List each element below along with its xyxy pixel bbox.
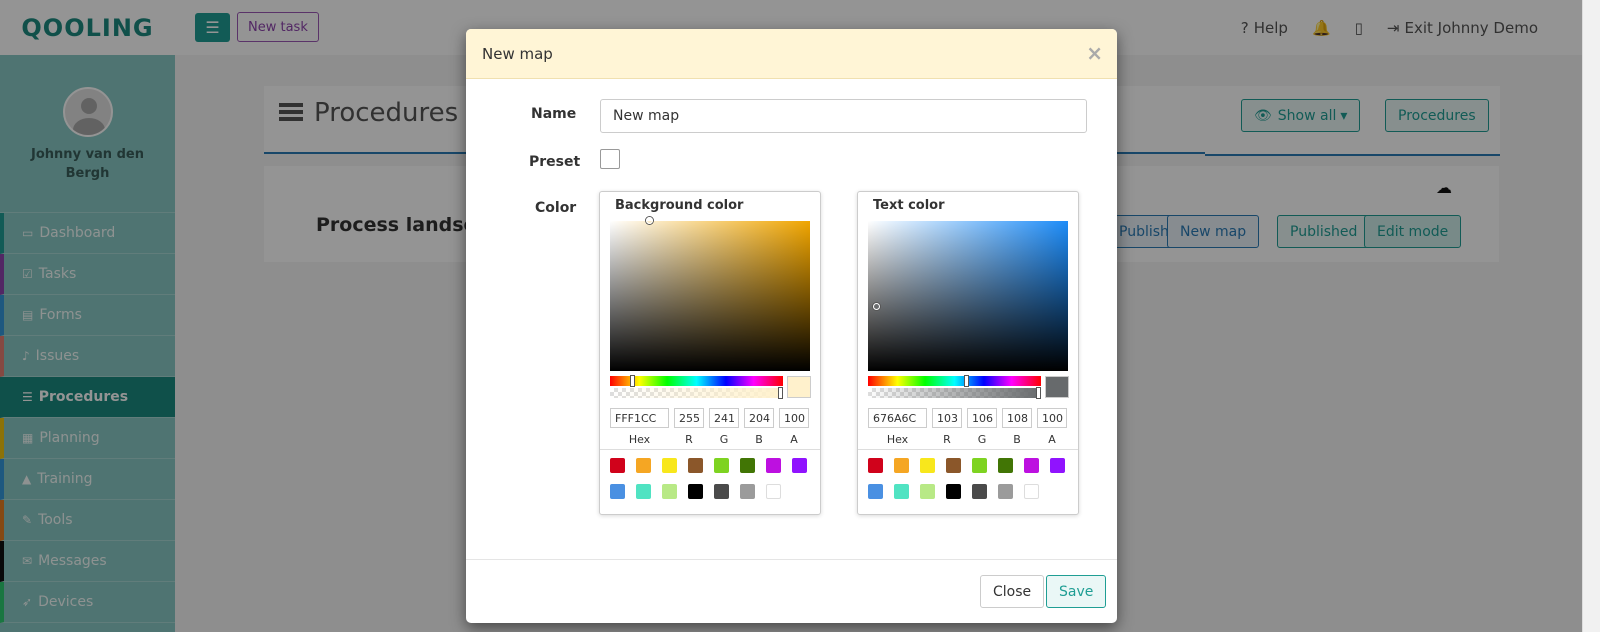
preset-color-swatch[interactable] <box>946 458 961 473</box>
r-input[interactable]: 255 <box>674 408 704 428</box>
preset-color-swatch[interactable] <box>998 484 1013 499</box>
g-input[interactable]: 241 <box>709 408 739 428</box>
sv-handle[interactable] <box>873 303 880 310</box>
a-input[interactable]: 100 <box>779 408 809 428</box>
hue-slider[interactable] <box>610 375 783 387</box>
preset-color-swatch[interactable] <box>972 484 987 499</box>
b-label: B <box>1013 433 1021 446</box>
preset-color-swatch[interactable] <box>1024 458 1039 473</box>
picker-title: Background color <box>615 198 744 213</box>
preset-color-swatch[interactable] <box>740 484 755 499</box>
preset-color-swatch[interactable] <box>894 458 909 473</box>
hex-input[interactable]: FFF1CC <box>610 408 669 428</box>
preset-color-swatch[interactable] <box>636 484 651 499</box>
g-label: G <box>977 433 987 446</box>
preset-checkbox[interactable] <box>600 149 620 169</box>
hue-handle[interactable] <box>630 375 635 387</box>
hex-label: Hex <box>628 433 651 446</box>
hue-handle[interactable] <box>964 375 969 387</box>
b-input[interactable]: 204 <box>744 408 774 428</box>
modal-header: New map × <box>466 29 1117 79</box>
preset-color-swatch[interactable] <box>636 458 651 473</box>
preset-color-swatch[interactable] <box>714 484 729 499</box>
picker-title: Text color <box>873 198 945 213</box>
divider <box>600 449 820 450</box>
a-label: A <box>1048 433 1056 446</box>
background-color-picker: Background color FFF1CC 255 241 204 100 … <box>599 191 821 515</box>
close-icon[interactable]: × <box>1086 41 1103 65</box>
color-preview-swatch <box>1045 376 1069 398</box>
alpha-handle[interactable] <box>778 387 783 399</box>
alpha-slider[interactable] <box>610 387 783 399</box>
alpha-slider[interactable] <box>868 387 1041 399</box>
preset-color-swatch[interactable] <box>972 458 987 473</box>
b-label: B <box>755 433 763 446</box>
modal-title: New map <box>482 45 553 63</box>
saturation-value-area[interactable] <box>868 221 1068 371</box>
preset-color-swatch[interactable] <box>868 484 883 499</box>
preset-color-swatch[interactable] <box>868 458 883 473</box>
color-preview-swatch <box>787 376 811 398</box>
preset-color-swatch[interactable] <box>1050 458 1065 473</box>
preset-color-swatch[interactable] <box>688 458 703 473</box>
name-label: Name <box>531 106 577 122</box>
color-label: Color <box>535 200 577 216</box>
preset-color-swatch[interactable] <box>1024 484 1039 499</box>
a-input[interactable]: 100 <box>1037 408 1067 428</box>
name-input[interactable] <box>600 99 1087 133</box>
preset-color-swatch[interactable] <box>740 458 755 473</box>
preset-label: Preset <box>529 154 581 170</box>
hue-slider[interactable] <box>868 375 1041 387</box>
preset-color-swatch[interactable] <box>662 484 677 499</box>
save-button[interactable]: Save <box>1046 575 1107 608</box>
b-input[interactable]: 108 <box>1002 408 1032 428</box>
r-label: R <box>943 433 951 446</box>
a-label: A <box>790 433 798 446</box>
sv-handle[interactable] <box>646 217 653 224</box>
new-map-dialog: New map × Name Preset Color Background c… <box>466 29 1117 623</box>
preset-color-swatch[interactable] <box>610 484 625 499</box>
preset-color-swatch[interactable] <box>610 458 625 473</box>
divider <box>858 449 1078 450</box>
hex-label: Hex <box>886 433 909 446</box>
preset-color-swatch[interactable] <box>688 484 703 499</box>
page-scrollbar[interactable] <box>1582 0 1600 632</box>
g-label: G <box>719 433 729 446</box>
preset-color-swatch[interactable] <box>920 484 935 499</box>
g-input[interactable]: 106 <box>967 408 997 428</box>
preset-color-swatch[interactable] <box>766 458 781 473</box>
preset-color-swatch[interactable] <box>998 458 1013 473</box>
alpha-handle[interactable] <box>1036 387 1041 399</box>
saturation-value-area[interactable] <box>610 217 810 371</box>
preset-color-swatch[interactable] <box>714 458 729 473</box>
text-color-picker: Text color 676A6C 103 106 108 100 Hex R … <box>857 191 1079 515</box>
preset-color-swatch[interactable] <box>894 484 909 499</box>
close-button[interactable]: Close <box>980 575 1045 608</box>
r-label: R <box>685 433 693 446</box>
hex-input[interactable]: 676A6C <box>868 408 927 428</box>
r-input[interactable]: 103 <box>932 408 962 428</box>
modal-footer: Close Save <box>466 559 1117 623</box>
preset-color-swatch[interactable] <box>920 458 935 473</box>
preset-color-swatch[interactable] <box>792 458 807 473</box>
preset-color-swatch[interactable] <box>766 484 781 499</box>
preset-color-swatch[interactable] <box>946 484 961 499</box>
preset-color-swatch[interactable] <box>662 458 677 473</box>
